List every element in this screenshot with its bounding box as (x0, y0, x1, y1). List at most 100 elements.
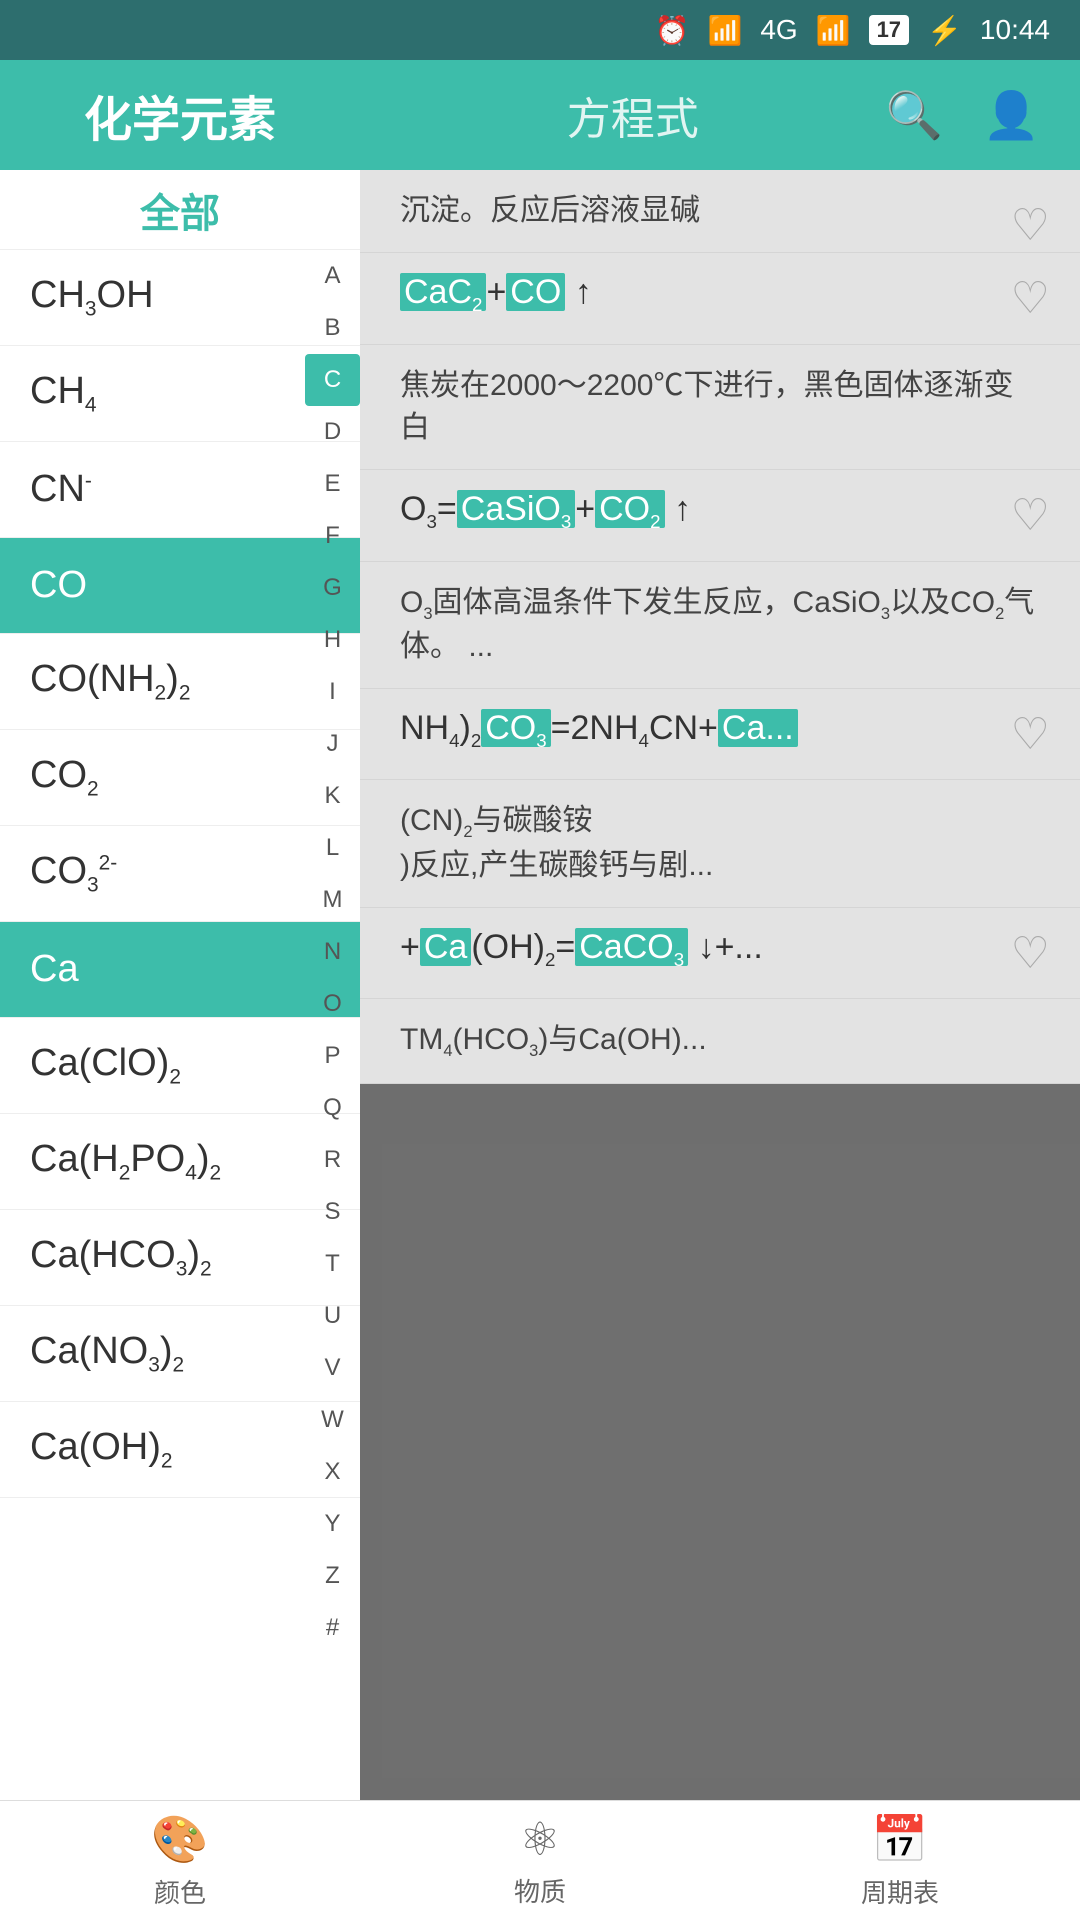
alpha-O[interactable]: O (305, 978, 360, 1030)
time-display: 10:44 (980, 14, 1050, 46)
header-subtitle: 方程式 (360, 83, 885, 147)
wifi-icon: 📶 (707, 14, 742, 47)
card3-desc: 焦炭在2000～2200℃下进行，黑色固体逐渐变白 (400, 365, 1040, 449)
header-title: 化学元素 (0, 80, 360, 150)
sidebar-item-label: Ca(H2PO4)2 (30, 1138, 221, 1186)
favorite-icon-1[interactable]: ♡ (1011, 200, 1050, 251)
sidebar-item-label: Ca(HCO3)2 (30, 1234, 212, 1282)
all-label: 全部 (140, 181, 220, 239)
header-actions: 🔍 👤 (885, 88, 1080, 143)
card8-formula: +Ca(OH)2=CaCO3 ↓+... (400, 928, 1040, 971)
nav-color[interactable]: 🎨 颜色 (0, 1812, 360, 1910)
content-card-8[interactable]: +Ca(OH)2=CaCO3 ↓+... ♡ (360, 908, 1080, 1000)
alpha-S[interactable]: S (305, 1186, 360, 1238)
matter-nav-label: 物质 (514, 1872, 566, 1909)
sidebar-item-label: CO2 (30, 754, 99, 802)
nav-matter[interactable]: ⚛ 物质 (360, 1812, 720, 1909)
favorite-icon-2[interactable]: ♡ (1011, 273, 1050, 324)
alpha-A[interactable]: A (305, 250, 360, 302)
alpha-Y[interactable]: Y (305, 1498, 360, 1550)
periodic-nav-icon: 📅 (871, 1812, 928, 1867)
color-nav-icon: 🎨 (151, 1812, 208, 1867)
content-card-4[interactable]: O3=CaSiO3+CO2 ↑ ♡ (360, 470, 1080, 562)
content-card-1[interactable]: 沉淀。反应后溶液显碱 ♡ (360, 170, 1080, 253)
highlight-CaSiO3: CaSiO3 (457, 490, 576, 528)
highlight-Ca3: Ca (420, 928, 471, 966)
alpha-T[interactable]: T (305, 1238, 360, 1290)
right-content-area: 沉淀。反应后溶液显碱 ♡ CaC2+CO ↑ ♡ 焦炭在2000～2200℃下进… (360, 170, 1080, 1920)
alpha-W[interactable]: W (305, 1394, 360, 1446)
alpha-P[interactable]: P (305, 1030, 360, 1082)
alpha-U[interactable]: U (305, 1290, 360, 1342)
alpha-D[interactable]: D (305, 406, 360, 458)
alpha-I[interactable]: I (305, 666, 360, 718)
alpha-J[interactable]: J (305, 718, 360, 770)
highlight-CO: CO (506, 273, 565, 311)
card6-formula: NH4)2CO3=2NH4CN+Ca... (400, 709, 1040, 752)
search-icon[interactable]: 🔍 (885, 88, 942, 143)
alpha-Z[interactable]: Z (305, 1550, 360, 1602)
matter-nav-icon: ⚛ (519, 1812, 560, 1866)
alpha-E[interactable]: E (305, 458, 360, 510)
sidebar-item-label: CN- (30, 468, 92, 511)
alpha-C[interactable]: C (305, 354, 360, 406)
status-bar: ⏰ 📶 4G 📶 17 ⚡ 10:44 (0, 0, 1080, 60)
periodic-nav-label: 周期表 (861, 1873, 939, 1910)
app-header: 化学元素 方程式 🔍 👤 (0, 60, 1080, 170)
card7-desc: (CN)2与碳酸铵)反应,产生碳酸钙与剧... (400, 800, 1040, 886)
highlight-CaCO3: CaCO3 (575, 928, 688, 966)
favorite-icon-8[interactable]: ♡ (1011, 928, 1050, 979)
content-card-5[interactable]: O3固体高温条件下发生反应，CaSiO3以及CO2气体。 ... (360, 562, 1080, 689)
highlight-CO3: CO3 (481, 709, 550, 747)
battery-level: 17 (869, 15, 909, 45)
sidebar-item-label: CH3OH (30, 274, 154, 322)
content-card-7[interactable]: (CN)2与碳酸铵)反应,产生碳酸钙与剧... (360, 780, 1080, 907)
alpha-V[interactable]: V (305, 1342, 360, 1394)
sidebar-item-label: CO (30, 564, 87, 607)
content-card-6[interactable]: NH4)2CO3=2NH4CN+Ca... ♡ (360, 689, 1080, 781)
highlight-CaC2: CaC2 (400, 273, 486, 311)
element-sidebar: 全部 CH3OH CH4 CN- CO CO(NH2)2 CO2 CO32- (0, 170, 360, 1920)
highlight-CO2: CO2 (595, 490, 664, 528)
card4-formula: O3=CaSiO3+CO2 ↑ (400, 490, 1040, 533)
sidebar-all-filter[interactable]: 全部 (0, 170, 360, 250)
content-card-3[interactable]: 焦炭在2000～2200℃下进行，黑色固体逐渐变白 (360, 345, 1080, 470)
card9-desc: TM4(HCO3)与Ca(OH)... (400, 1019, 1040, 1063)
content-card-2[interactable]: CaC2+CO ↑ ♡ (360, 253, 1080, 345)
network-type: 4G (760, 14, 797, 46)
user-icon[interactable]: 👤 (983, 88, 1040, 143)
main-layout: 全部 CH3OH CH4 CN- CO CO(NH2)2 CO2 CO32- (0, 170, 1080, 1920)
sidebar-item-label: CO32- (30, 850, 117, 898)
favorite-icon-6[interactable]: ♡ (1011, 709, 1050, 760)
alpha-M[interactable]: M (305, 874, 360, 926)
alpha-F[interactable]: F (305, 510, 360, 562)
highlight-Ca2: Ca... (718, 709, 798, 747)
alpha-R[interactable]: R (305, 1134, 360, 1186)
sidebar-item-label: Ca(OH)2 (30, 1426, 173, 1474)
alpha-Q[interactable]: Q (305, 1082, 360, 1134)
alpha-B[interactable]: B (305, 302, 360, 354)
alpha-L[interactable]: L (305, 822, 360, 874)
sidebar-item-label: Ca(NO3)2 (30, 1330, 184, 1378)
sidebar-item-label: Ca(ClO)2 (30, 1042, 181, 1090)
sidebar-item-label: CH4 (30, 370, 97, 418)
sidebar-item-label: CO(NH2)2 (30, 658, 190, 706)
alpha-H[interactable]: H (305, 614, 360, 666)
card2-formula: CaC2+CO ↑ (400, 273, 1040, 316)
alphabet-index: A B C D E F G H I J K L M N O P Q R S T … (305, 250, 360, 1654)
alpha-K[interactable]: K (305, 770, 360, 822)
nav-periodic[interactable]: 📅 周期表 (720, 1812, 1080, 1910)
alpha-X[interactable]: X (305, 1446, 360, 1498)
clock-icon: ⏰ (655, 14, 690, 47)
alpha-G[interactable]: G (305, 562, 360, 614)
color-nav-label: 颜色 (154, 1873, 206, 1910)
alpha-N[interactable]: N (305, 926, 360, 978)
battery-icon: ⚡ (927, 14, 962, 47)
alpha-hash[interactable]: # (305, 1602, 360, 1654)
content-card-9[interactable]: TM4(HCO3)与Ca(OH)... (360, 999, 1080, 1084)
card1-desc: 沉淀。反应后溶液显碱 (400, 190, 1040, 232)
card5-desc: O3固体高温条件下发生反应，CaSiO3以及CO2气体。 ... (400, 582, 1040, 668)
favorite-icon-4[interactable]: ♡ (1011, 490, 1050, 541)
sidebar-item-label: Ca (30, 948, 79, 991)
bottom-navigation: 🎨 颜色 ⚛ 物质 📅 周期表 (0, 1800, 1080, 1920)
